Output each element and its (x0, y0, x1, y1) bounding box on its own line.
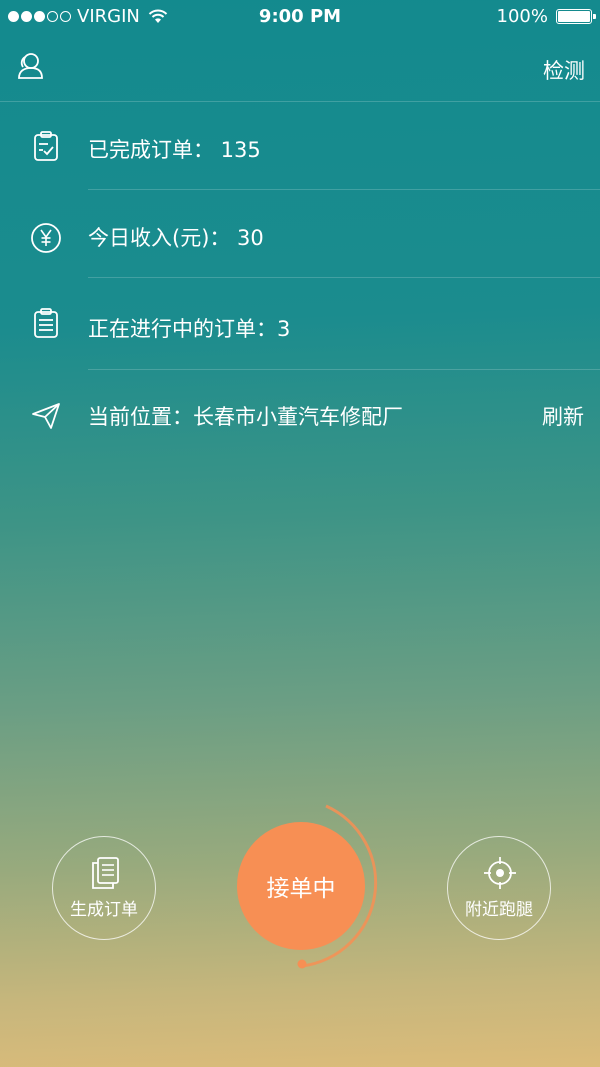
nearby-errands-button[interactable]: 附近跑腿 (447, 836, 551, 940)
create-order-button[interactable]: 生成订单 (52, 836, 156, 940)
nav-bar: 检测 (0, 34, 600, 102)
status-right: 100% (496, 6, 596, 27)
current-location-row: 当前位置：长春市小董汽车修配厂 刷新 (0, 370, 600, 458)
documents-icon (92, 857, 119, 889)
completed-orders-row[interactable]: 已完成订单： 135 (0, 102, 600, 190)
send-arrow-icon (32, 403, 60, 429)
crosshair-icon (484, 857, 516, 889)
today-income-row[interactable]: 今日收入(元)： 30 (0, 190, 600, 278)
current-location-label: 当前位置：长春市小董汽车修配厂 (88, 405, 403, 429)
refresh-button[interactable]: 刷新 (542, 401, 584, 431)
today-income-label: 今日收入(元)： 30 (88, 226, 264, 250)
list-document-icon (34, 308, 58, 338)
yen-icon (31, 223, 61, 253)
status-bar: VIRGIN 9:00 PM 100% (0, 0, 600, 34)
divider (88, 277, 600, 278)
create-order-label: 生成订单 (70, 900, 138, 920)
completed-orders-label: 已完成订单： 135 (88, 138, 261, 162)
in-progress-orders-label: 正在进行中的订单：3 (88, 317, 291, 341)
detect-button[interactable]: 检测 (543, 55, 585, 85)
battery-fill (558, 11, 590, 22)
nearby-errands-label: 附近跑腿 (465, 900, 533, 920)
checklist-icon (34, 131, 58, 161)
battery-icon (556, 9, 596, 24)
in-progress-orders-row[interactable]: 正在进行中的订单：3 (0, 279, 600, 370)
user-profile-icon[interactable] (14, 50, 46, 82)
battery-percent: 100% (496, 6, 548, 27)
accepting-orders-button[interactable]: 接单中 (237, 822, 365, 950)
